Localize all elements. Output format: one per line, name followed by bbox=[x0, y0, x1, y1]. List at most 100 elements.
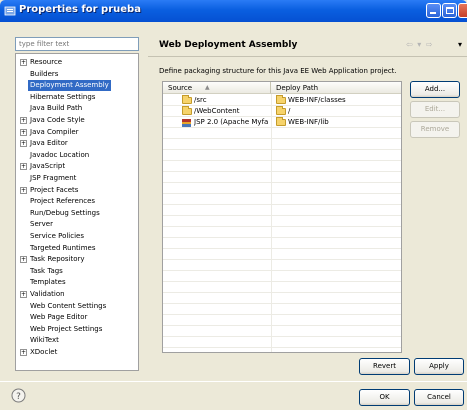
window-title: Properties for prueba bbox=[19, 4, 141, 15]
row-divider bbox=[163, 248, 401, 249]
expand-icon[interactable]: + bbox=[20, 256, 27, 264]
minimize-button[interactable] bbox=[426, 3, 441, 18]
row-divider bbox=[163, 303, 401, 304]
source-cell: /WebContent bbox=[194, 107, 240, 115]
row-divider bbox=[163, 292, 401, 293]
tree-item-label: Task Tags bbox=[30, 266, 63, 275]
expand-icon[interactable]: + bbox=[20, 349, 27, 356]
row-divider bbox=[163, 259, 401, 260]
deploy-path-cell: WEB-INF/lib bbox=[288, 118, 329, 126]
revert-button[interactable]: Revert bbox=[359, 358, 410, 375]
row-divider bbox=[163, 149, 401, 150]
cancel-button[interactable]: Cancel bbox=[414, 389, 464, 406]
column-header-label: Deploy Path bbox=[276, 84, 319, 92]
remove-button[interactable]: Remove bbox=[410, 121, 460, 138]
view-menu-icon[interactable]: ▾ bbox=[458, 40, 462, 49]
deploy-path-cell: / bbox=[288, 107, 291, 115]
sort-ascending-icon: ▲ bbox=[205, 84, 210, 91]
tree-item-label: Service Policies bbox=[30, 232, 84, 240]
expand-icon[interactable]: + bbox=[20, 117, 27, 124]
folder-icon bbox=[276, 106, 286, 115]
row-divider bbox=[163, 138, 401, 139]
edit-button[interactable]: Edit... bbox=[410, 101, 460, 118]
page-description: Define packaging structure for this Java… bbox=[159, 67, 397, 75]
apply-button[interactable]: Apply bbox=[414, 358, 464, 375]
svg-text:?: ? bbox=[16, 392, 21, 402]
back-arrow-icon[interactable]: ⇦ bbox=[406, 40, 414, 49]
close-button[interactable] bbox=[458, 3, 467, 18]
tree-item-label: XDoclet bbox=[30, 348, 58, 356]
row-divider bbox=[163, 226, 401, 227]
tree-item-label: JSP Fragment bbox=[30, 174, 77, 182]
expand-icon[interactable]: + bbox=[20, 163, 27, 171]
tree-item-label: Web Content Settings bbox=[30, 301, 107, 310]
tree-item-label: Server bbox=[30, 220, 53, 229]
folder-icon bbox=[276, 117, 286, 126]
expand-icon[interactable]: + bbox=[20, 59, 27, 66]
tree-item-label: Web Project Settings bbox=[30, 324, 103, 333]
add-button[interactable]: Add... bbox=[410, 81, 460, 98]
row-divider bbox=[163, 215, 401, 216]
filter-input[interactable] bbox=[15, 37, 139, 51]
tree-item-label: Java Build Path bbox=[30, 104, 83, 113]
help-icon[interactable]: ? bbox=[11, 388, 26, 403]
source-cell: /src bbox=[194, 96, 207, 104]
expand-icon[interactable]: + bbox=[20, 140, 27, 148]
row-divider bbox=[163, 193, 401, 194]
minimize-icon bbox=[430, 12, 436, 14]
tree-item-label: JavaScript bbox=[30, 162, 66, 171]
row-divider bbox=[163, 325, 401, 326]
maximize-button[interactable] bbox=[442, 3, 457, 18]
row-divider bbox=[163, 182, 401, 183]
tree-item-label: Task Repository bbox=[30, 255, 85, 264]
folder-icon bbox=[182, 106, 192, 115]
table-row[interactable]: /src WEB-INF/classes bbox=[163, 95, 401, 106]
tree-item-label: Web Page Editor bbox=[30, 313, 88, 322]
deploy-path-cell: WEB-INF/classes bbox=[288, 96, 346, 104]
tree-item-label: Java Code Style bbox=[30, 116, 85, 124]
tree-item-label: Java Compiler bbox=[30, 127, 79, 136]
expand-icon[interactable]: + bbox=[20, 186, 27, 194]
header-separator bbox=[148, 56, 467, 57]
footer-separator bbox=[0, 381, 467, 382]
history-navigation: ⇦ ▾ ⇨ bbox=[406, 40, 434, 49]
column-header-source[interactable]: Source ▲ bbox=[163, 82, 271, 94]
tree-item-label: Resource bbox=[30, 58, 63, 66]
row-divider bbox=[163, 171, 401, 172]
tree-item-label: Deployment Assembly bbox=[28, 80, 111, 92]
column-header-deploy-path[interactable]: Deploy Path bbox=[271, 82, 401, 94]
row-divider bbox=[163, 314, 401, 315]
tree-item-label: Project References bbox=[30, 197, 96, 206]
title-bar[interactable]: Properties for prueba bbox=[0, 0, 467, 22]
back-dropdown-icon[interactable]: ▾ bbox=[417, 40, 422, 49]
row-divider bbox=[163, 281, 401, 282]
row-divider bbox=[163, 237, 401, 238]
tree-item-label: Run/Debug Settings bbox=[30, 208, 100, 217]
tree-item-label: Templates bbox=[30, 278, 66, 287]
forward-arrow-icon[interactable]: ⇨ bbox=[426, 40, 434, 49]
properties-icon bbox=[4, 6, 16, 16]
tree-item-label: Builders bbox=[30, 69, 59, 78]
tree-item-label: Project Facets bbox=[30, 185, 79, 194]
properties-dialog: Properties for prueba +ResourceBuildersD… bbox=[0, 0, 467, 410]
property-pages-tree[interactable]: + Resource Builders Deployment Assembly Hibe… bbox=[15, 53, 139, 371]
row-divider bbox=[163, 204, 401, 205]
table-row[interactable]: /WebContent / bbox=[163, 106, 401, 117]
tree-item-label: Hibernate Settings bbox=[30, 92, 96, 101]
expand-icon[interactable]: + bbox=[20, 291, 27, 298]
maximize-icon bbox=[446, 7, 454, 14]
table-row[interactable]: JSP 2.0 (Apache Myfa WEB-INF/lib bbox=[163, 117, 401, 128]
ok-button[interactable]: OK bbox=[359, 389, 410, 406]
tree-item-label: Javadoc Location bbox=[30, 150, 90, 159]
row-divider bbox=[163, 160, 401, 161]
expand-icon[interactable]: + bbox=[20, 128, 27, 136]
row-divider bbox=[163, 347, 401, 348]
assembly-table[interactable]: Source ▲ Deploy Path /src WEB-INF/classes… bbox=[162, 81, 402, 353]
tree-item-label: WikiText bbox=[30, 336, 59, 345]
column-header-label: Source bbox=[168, 84, 193, 92]
library-jar-icon bbox=[182, 119, 191, 127]
tree-item-label: Validation bbox=[30, 290, 65, 298]
folder-icon bbox=[182, 95, 192, 104]
page-title: Web Deployment Assembly bbox=[159, 40, 298, 50]
row-divider bbox=[163, 336, 401, 337]
